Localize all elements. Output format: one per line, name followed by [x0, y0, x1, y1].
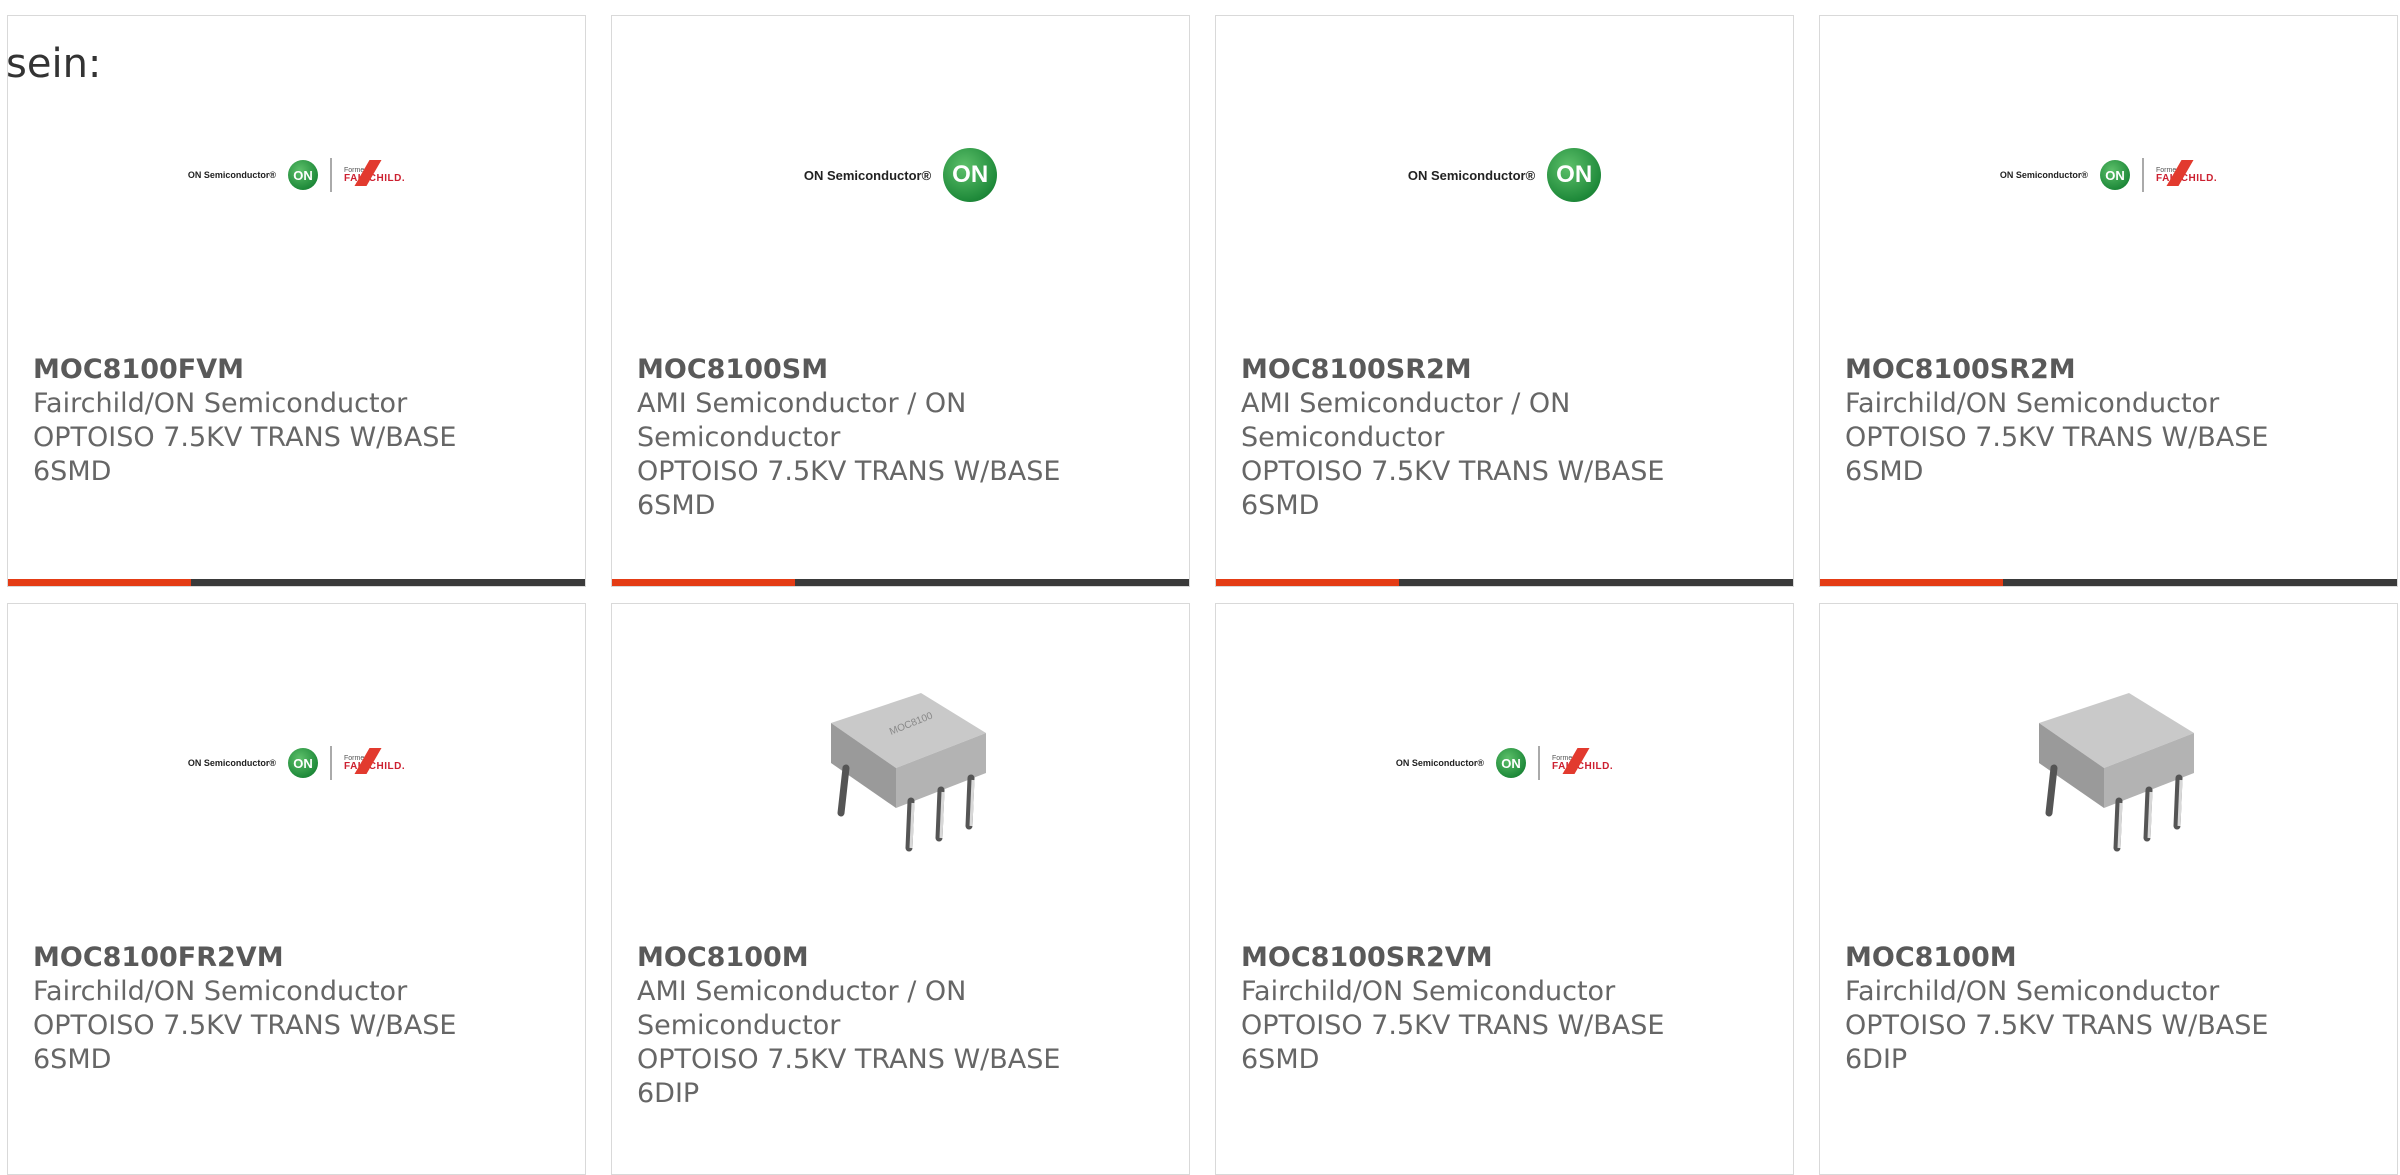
fairchild-logo-icon: Formerly FAIRCHILD.: [344, 747, 406, 774]
product-image: ON Semiconductor® ON Formerly FAIRCHILD.: [1216, 604, 1793, 922]
part-number[interactable]: MOC8100FR2VM: [33, 941, 565, 975]
part-number[interactable]: MOC8100SR2M: [1241, 353, 1773, 387]
product-image: ON Semiconductor® ON Formerly FAIRCHILD.: [8, 604, 585, 922]
description: OPTOISO 7.5KV TRANS W/BASE 6SMD: [1241, 1010, 1665, 1075]
logo-wordmark: FAIRCHILD.: [2156, 159, 2218, 186]
logo-wordmark: FAIRCHILD.: [344, 747, 406, 774]
part-number[interactable]: MOC8100SR2VM: [1241, 941, 1773, 975]
product-card[interactable]: ON Semiconductor® ON MOC8100SR2M AMI Sem…: [1215, 15, 1794, 587]
manufacturer: Fairchild/ON Semiconductor: [1241, 976, 1616, 1007]
logo-divider: [1538, 746, 1541, 780]
part-number[interactable]: MOC8100M: [637, 941, 1169, 975]
on-fairchild-logo: ON Semiconductor® ON Formerly FAIRCHILD.: [188, 746, 405, 780]
part-number[interactable]: MOC8100FVM: [33, 353, 565, 387]
part-number[interactable]: MOC8100SM: [637, 353, 1169, 387]
product-card[interactable]: ON Semiconductor® ON Formerly FAIRCHILD.…: [1215, 603, 1794, 1175]
logo-text: ON Semiconductor®: [1395, 758, 1485, 768]
fairchild-logo-icon: Formerly FAIRCHILD.: [2156, 159, 2218, 186]
on-logo-icon: ON: [288, 748, 319, 778]
product-image: [1820, 604, 2397, 922]
logo-word: FAIRCHILD.: [2156, 172, 2218, 184]
logo-text: ON Semiconductor®: [1407, 167, 1536, 183]
dip6-chip-icon: [2038, 693, 2194, 852]
card-progress-bar: [612, 579, 1189, 586]
product-image: ON Semiconductor® ON Formerly FAIRCHILD.: [1820, 16, 2397, 334]
product-image: ON Semiconductor® ON: [1216, 16, 1793, 334]
manufacturer: Fairchild/ON Semiconductor: [33, 976, 408, 1007]
manufacturer: AMI Semiconductor / ON Semiconductor: [1241, 388, 1571, 453]
product-card[interactable]: MOC8100M Fairchild/ON Semiconductor OPTO…: [1819, 603, 2398, 1175]
on-fairchild-logo: ON Semiconductor® ON Formerly FAIRCHILD.: [188, 158, 405, 192]
fairchild-logo-icon: Formerly FAIRCHILD.: [1552, 747, 1614, 774]
product-image: ON Semiconductor® ON: [612, 16, 1189, 334]
on-fairchild-logo: ON Semiconductor® ON Formerly FAIRCHILD.: [1396, 746, 1613, 780]
logo-text: ON Semiconductor®: [187, 170, 277, 180]
product-image: MOC8100: [612, 604, 1189, 922]
description: OPTOISO 7.5KV TRANS W/BASE 6SMD: [1845, 422, 2269, 487]
logo-word: FAIRCHILD.: [1552, 760, 1614, 772]
description: OPTOISO 7.5KV TRANS W/BASE 6SMD: [33, 1010, 457, 1075]
description: OPTOISO 7.5KV TRANS W/BASE 6DIP: [637, 1044, 1061, 1109]
manufacturer: Fairchild/ON Semiconductor: [1845, 388, 2220, 419]
on-logo-icon: ON: [943, 148, 998, 202]
card-progress-bar: [8, 579, 585, 586]
on-logo-icon: ON: [1547, 148, 1602, 202]
logo-wordmark: FAIRCHILD.: [344, 159, 406, 186]
manufacturer: AMI Semiconductor / ON Semiconductor: [637, 976, 967, 1041]
on-logo-icon: ON: [1496, 748, 1527, 778]
description: OPTOISO 7.5KV TRANS W/BASE 6SMD: [637, 456, 1061, 521]
logo-word: FAIRCHILD.: [344, 760, 406, 772]
on-fairchild-logo: ON Semiconductor® ON Formerly FAIRCHILD.: [2000, 158, 2217, 192]
product-card[interactable]: ON Semiconductor® ON Formerly FAIRCHILD.…: [1819, 15, 2398, 587]
fairchild-logo-icon: Formerly FAIRCHILD.: [344, 159, 406, 186]
logo-divider: [2142, 158, 2145, 192]
dip6-chip-icon: MOC8100: [830, 693, 986, 852]
on-semi-logo: ON Semiconductor® ON: [1407, 148, 1602, 202]
product-grid: ON Semiconductor® ON Formerly FAIRCHILD.…: [7, 15, 2398, 1175]
product-card[interactable]: ON Semiconductor® ON MOC8100SM AMI Semic…: [611, 15, 1190, 587]
card-progress-bar: [1820, 579, 2397, 586]
logo-text: ON Semiconductor®: [187, 758, 277, 768]
intro-text: sein:: [6, 41, 102, 87]
on-logo-icon: ON: [2100, 160, 2131, 190]
on-logo-icon: ON: [288, 160, 319, 190]
product-card[interactable]: ON Semiconductor® ON Formerly FAIRCHILD.…: [7, 603, 586, 1175]
manufacturer: Fairchild/ON Semiconductor: [33, 388, 408, 419]
on-semi-logo: ON Semiconductor® ON: [803, 148, 998, 202]
description: OPTOISO 7.5KV TRANS W/BASE 6DIP: [1845, 1010, 2269, 1075]
part-number[interactable]: MOC8100SR2M: [1845, 353, 2377, 387]
logo-divider: [330, 746, 333, 780]
card-progress-bar: [1216, 579, 1793, 586]
logo-text: ON Semiconductor®: [803, 167, 932, 183]
manufacturer: AMI Semiconductor / ON Semiconductor: [637, 388, 967, 453]
logo-divider: [330, 158, 333, 192]
product-card[interactable]: MOC8100 MOC8100M AMI Semiconductor / ON …: [611, 603, 1190, 1175]
manufacturer: Fairchild/ON Semiconductor: [1845, 976, 2220, 1007]
logo-wordmark: FAIRCHILD.: [1552, 747, 1614, 774]
logo-word: FAIRCHILD.: [344, 172, 406, 184]
description: OPTOISO 7.5KV TRANS W/BASE 6SMD: [33, 422, 457, 487]
description: OPTOISO 7.5KV TRANS W/BASE 6SMD: [1241, 456, 1665, 521]
logo-text: ON Semiconductor®: [1999, 170, 2089, 180]
product-card[interactable]: ON Semiconductor® ON Formerly FAIRCHILD.…: [7, 15, 586, 587]
part-number[interactable]: MOC8100M: [1845, 941, 2377, 975]
